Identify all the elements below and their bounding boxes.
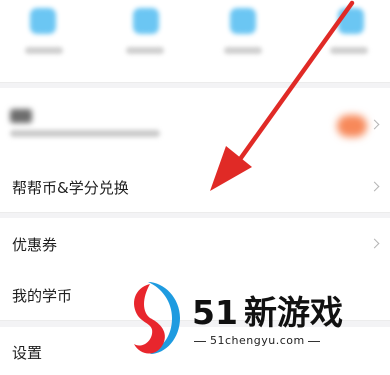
brand-digits: 51 [192, 293, 238, 332]
url-divider-right [308, 341, 320, 342]
brand-name: 新游戏 [243, 293, 343, 332]
url-divider-left [194, 341, 206, 342]
brand-url: 51chengyu.com [210, 334, 305, 347]
brand-wordmark: 51 新游戏 [192, 286, 343, 334]
brand-logo-icon [134, 282, 180, 354]
brand-watermark: 51 新游戏 51chengyu.com [128, 278, 368, 360]
